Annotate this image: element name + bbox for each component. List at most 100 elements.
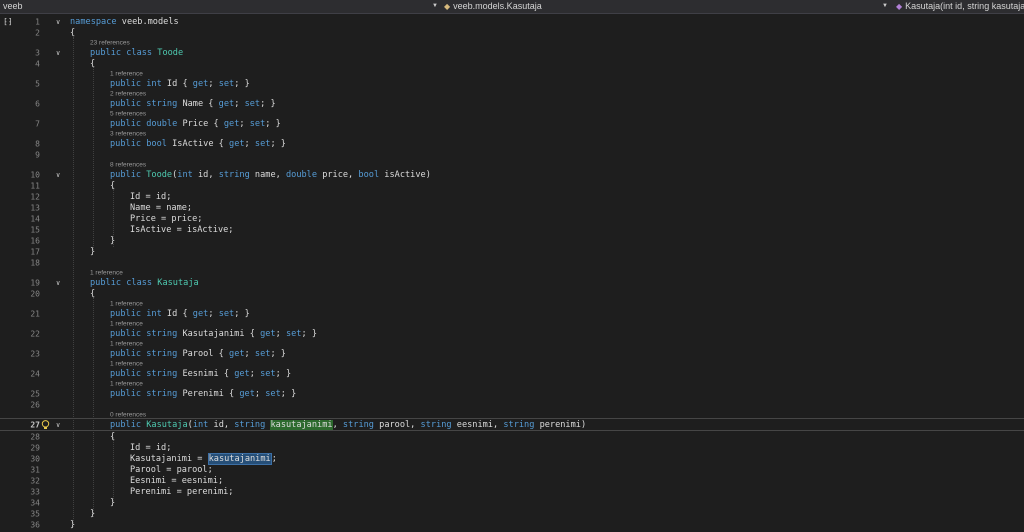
code-line[interactable]: 19 ∨ public class Kasutaja: [0, 277, 1024, 288]
codelens-references[interactable]: 1 reference: [110, 70, 143, 77]
line-number: 14: [30, 214, 40, 223]
line-number: 16: [30, 236, 40, 245]
codelens-references[interactable]: 5 references: [110, 110, 146, 117]
line-number: 19: [30, 278, 40, 287]
codelens-references[interactable]: 1 reference: [110, 340, 143, 347]
code-text: public double Price { get; set; }: [110, 118, 281, 129]
code-line[interactable]: 32 Eesnimi = eesnimi;: [0, 475, 1024, 486]
code-line[interactable]: 20 {: [0, 288, 1024, 299]
codelens-row: 1 reference: [0, 319, 1024, 328]
codelens-references[interactable]: 2 references: [110, 90, 146, 97]
line-number: 23: [30, 349, 40, 358]
code-line[interactable]: 4 {: [0, 58, 1024, 69]
line-number: 10: [30, 170, 40, 179]
code-line[interactable]: 2 {: [0, 27, 1024, 38]
class-icon: ◆: [444, 2, 451, 11]
code-line[interactable]: 18: [0, 257, 1024, 268]
code-text: Id = id;: [130, 442, 172, 453]
code-line[interactable]: 30 Kasutajanimi = kasutajanimi;: [0, 452, 1024, 465]
code-text: }: [70, 519, 76, 530]
chevron-down-icon[interactable]: ∨: [56, 49, 60, 57]
code-line[interactable]: 24 public string Eesnimi { get; set; }: [0, 368, 1024, 379]
code-editor[interactable]: 1 ∨ namespace veeb.models 2 { 23 referen…: [0, 15, 1024, 532]
code-line[interactable]: 25 public string Perenimi { get; set; }: [0, 388, 1024, 399]
project-dropdown-label: veeb: [3, 1, 23, 11]
line-number: 18: [30, 258, 40, 267]
code-line[interactable]: 36 }: [0, 519, 1024, 530]
codelens-references[interactable]: 1 reference: [110, 360, 143, 367]
code-text: public string Name { get; set; }: [110, 98, 276, 109]
chevron-down-icon[interactable]: ∨: [56, 421, 60, 429]
codelens-row: 1 reference: [0, 359, 1024, 368]
code-text: IsActive = isActive;: [130, 224, 234, 235]
codelens-references[interactable]: 1 reference: [110, 320, 143, 327]
code-line[interactable]: 26: [0, 399, 1024, 410]
chevron-down-icon[interactable]: ∨: [56, 279, 60, 287]
code-text: public string Perenimi { get; set; }: [110, 388, 297, 399]
code-line[interactable]: 23 public string Parool { get; set; }: [0, 348, 1024, 359]
codelens-row: 2 references: [0, 89, 1024, 98]
code-line[interactable]: 13 Name = name;: [0, 202, 1024, 213]
code-line[interactable]: 16 }: [0, 235, 1024, 246]
codelens-references[interactable]: 0 references: [110, 411, 146, 418]
codelens-references[interactable]: 1 reference: [110, 380, 143, 387]
codelens-row: 5 references: [0, 109, 1024, 118]
code-line[interactable]: 15 IsActive = isActive;: [0, 224, 1024, 235]
code-line[interactable]: 5 public int Id { get; set; }: [0, 78, 1024, 89]
code-text: public string Eesnimi { get; set; }: [110, 368, 292, 379]
code-text: {: [90, 58, 96, 69]
code-text: }: [90, 246, 96, 257]
code-text: public class Toode: [90, 47, 184, 58]
code-line[interactable]: 3 ∨ public class Toode: [0, 47, 1024, 58]
line-number: 33: [30, 487, 40, 496]
code-text: Name = name;: [130, 202, 193, 213]
code-line[interactable]: 6 public string Name { get; set; }: [0, 98, 1024, 109]
code-text: Parool = parool;: [130, 464, 213, 475]
codelens-references[interactable]: 3 references: [110, 130, 146, 137]
codelens-references[interactable]: 1 reference: [90, 269, 123, 276]
code-text: namespace veeb.models: [70, 16, 179, 27]
code-line[interactable]: 28 {: [0, 431, 1024, 442]
code-line[interactable]: 29 Id = id;: [0, 442, 1024, 453]
code-text: }: [90, 508, 96, 519]
code-line[interactable]: 9: [0, 149, 1024, 160]
chevron-down-icon[interactable]: ∨: [56, 18, 60, 26]
code-text: {: [90, 288, 96, 299]
code-line[interactable]: 1 ∨ namespace veeb.models: [0, 16, 1024, 27]
code-line[interactable]: 33 Perenimi = perenimi;: [0, 486, 1024, 497]
code-line[interactable]: 22 public string Kasutajanimi { get; set…: [0, 328, 1024, 339]
member-dropdown-label: Kasutaja(int id, string kasutajanimi, st…: [905, 1, 1024, 11]
line-number: 30: [30, 454, 40, 463]
code-line[interactable]: 14 Price = price;: [0, 213, 1024, 224]
code-line[interactable]: 21 public int Id { get; set; }: [0, 308, 1024, 319]
chevron-down-icon[interactable]: ▼: [882, 0, 888, 13]
code-text: public class Kasutaja: [90, 277, 199, 288]
codelens-references[interactable]: 1 reference: [110, 300, 143, 307]
project-dropdown[interactable]: veeb: [3, 0, 423, 13]
class-dropdown[interactable]: ◆ veeb.models.Kasutaja: [444, 0, 874, 13]
line-number: 29: [30, 443, 40, 452]
line-number: 36: [30, 520, 40, 529]
line-number: 22: [30, 329, 40, 338]
codelens-references[interactable]: 23 references: [90, 39, 130, 46]
code-line[interactable]: 7 public double Price { get; set; }: [0, 118, 1024, 129]
line-number: 12: [30, 192, 40, 201]
code-line[interactable]: 35 }: [0, 508, 1024, 519]
code-line[interactable]: 8 public bool IsActive { get; set; }: [0, 138, 1024, 149]
code-line[interactable]: 34 }: [0, 497, 1024, 508]
code-line-current[interactable]: 27 ∨ public Kasutaja(int id, string kasu…: [0, 418, 1024, 431]
chevron-down-icon[interactable]: ▼: [432, 0, 438, 13]
lightbulb-icon[interactable]: [41, 419, 50, 430]
codelens-references[interactable]: 8 references: [110, 161, 146, 168]
code-line[interactable]: 31 Parool = parool;: [0, 464, 1024, 475]
code-text: public Toode(int id, string name, double…: [110, 169, 431, 180]
codelens-row: 1 reference: [0, 379, 1024, 388]
chevron-down-icon[interactable]: ∨: [56, 171, 60, 179]
code-line[interactable]: 17 }: [0, 246, 1024, 257]
line-number: 13: [30, 203, 40, 212]
code-line[interactable]: 10 ∨ public Toode(int id, string name, d…: [0, 169, 1024, 180]
code-line[interactable]: 12 Id = id;: [0, 191, 1024, 202]
member-dropdown[interactable]: ◆Kasutaja(int id, string kasutajanimi, s…: [896, 0, 1024, 13]
code-text: public int Id { get; set; }: [110, 308, 250, 319]
code-line[interactable]: 11 {: [0, 180, 1024, 191]
